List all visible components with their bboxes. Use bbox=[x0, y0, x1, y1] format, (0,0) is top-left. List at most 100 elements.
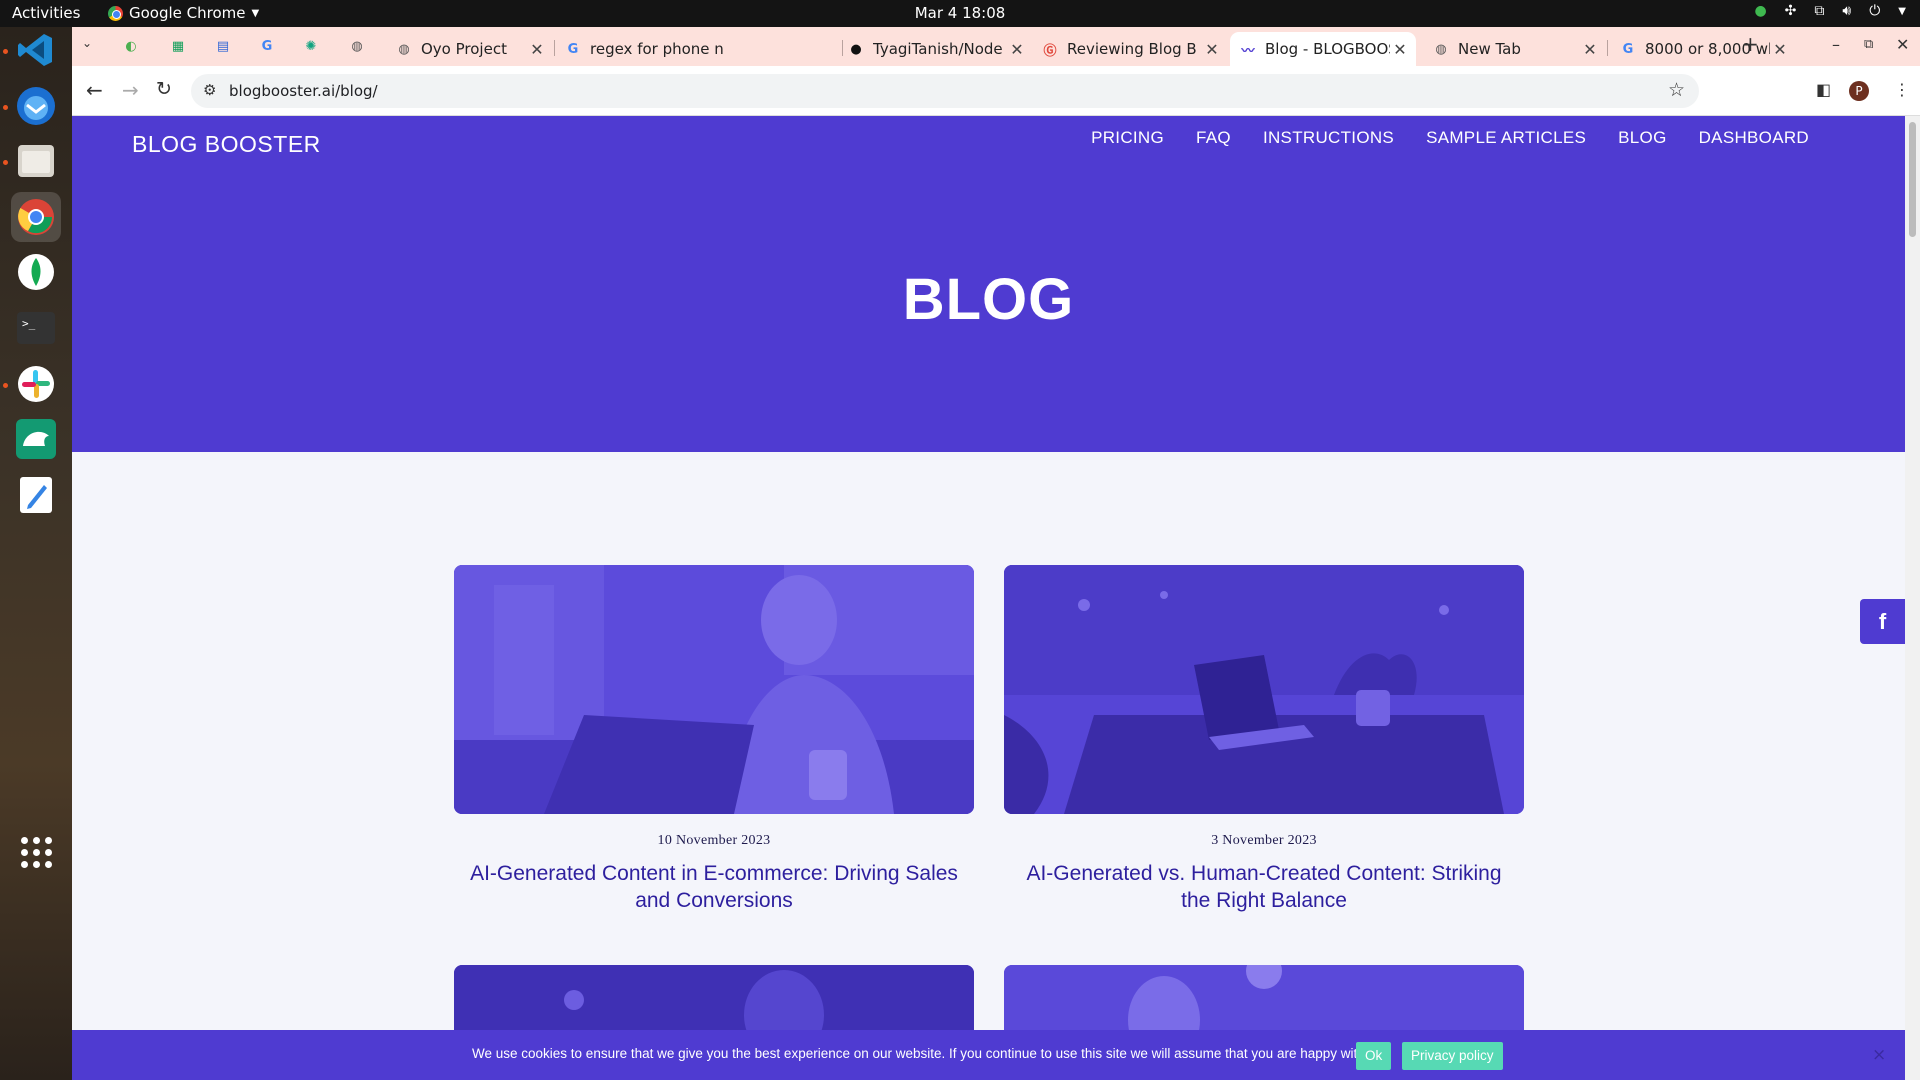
system-top-bar: Activities Google Chrome ▼ Mar 4 18:08 ●… bbox=[0, 0, 1920, 27]
post-date: 10 November 2023 bbox=[657, 833, 771, 848]
close-icon[interactable]: ✕ bbox=[1202, 40, 1222, 59]
app-menu-label: Google Chrome bbox=[129, 4, 246, 22]
running-indicator bbox=[3, 160, 8, 165]
tab-blog-active[interactable]: 〰 Blog - BLOGBOOS ✕ bbox=[1230, 32, 1416, 66]
github-icon: ● bbox=[850, 41, 862, 57]
main-nav: PRICING FAQ INSTRUCTIONS SAMPLE ARTICLES… bbox=[1091, 128, 1809, 148]
post-image[interactable] bbox=[454, 565, 974, 814]
minimize-icon[interactable]: – bbox=[1832, 35, 1840, 54]
blog-card[interactable]: 3 November 2023 AI-Generated vs. Human-C… bbox=[1004, 565, 1524, 914]
tab-regex[interactable]: G regex for phone n bbox=[555, 32, 728, 66]
close-window-icon[interactable]: ✕ bbox=[1896, 35, 1909, 54]
forms-icon[interactable]: ▤ bbox=[214, 37, 232, 55]
close-icon[interactable]: ✕ bbox=[1770, 40, 1790, 59]
reload-icon[interactable]: ↻ bbox=[156, 78, 172, 100]
status-icon[interactable]: ● bbox=[1754, 3, 1766, 19]
page-scrollbar[interactable] bbox=[1905, 116, 1920, 1080]
globe-icon[interactable]: ◍ bbox=[348, 37, 366, 55]
slack-tray-icon[interactable]: ✣ bbox=[1785, 3, 1797, 19]
close-icon[interactable]: ✕ bbox=[1390, 40, 1410, 59]
cookie-ok-button[interactable]: Ok bbox=[1356, 1042, 1392, 1070]
app-menu[interactable]: Google Chrome ▼ bbox=[108, 4, 259, 22]
vscode-icon[interactable] bbox=[11, 25, 61, 75]
tab-reviewing-blog[interactable]: Ⓖ Reviewing Blog B ✕ bbox=[1032, 32, 1228, 66]
privacy-policy-button[interactable]: Privacy policy bbox=[1402, 1042, 1503, 1070]
google-icon[interactable]: G bbox=[258, 37, 276, 55]
site-logo[interactable]: BLOG BOOSTER bbox=[132, 131, 321, 158]
sheets-icon[interactable]: ▦ bbox=[169, 37, 187, 55]
mongodb-compass-icon[interactable] bbox=[11, 247, 61, 297]
forward-icon[interactable]: → bbox=[122, 78, 139, 102]
chrome-icon bbox=[108, 5, 123, 21]
close-icon[interactable]: ✕ bbox=[1580, 40, 1600, 59]
close-icon[interactable]: ✕ bbox=[1007, 40, 1027, 59]
running-indicator bbox=[3, 105, 8, 110]
slack-icon[interactable] bbox=[11, 359, 61, 409]
thunderbird-icon[interactable] bbox=[11, 81, 61, 131]
address-bar[interactable]: ⚙ blogbooster.ai/blog/ ☆ bbox=[191, 74, 1699, 108]
close-icon[interactable]: ✕ bbox=[527, 40, 547, 59]
avatar[interactable]: P bbox=[1849, 81, 1869, 101]
cookie-banner: We use cookies to ensure that we give yo… bbox=[72, 1030, 1905, 1080]
cookie-notice-text: We use cookies to ensure that we give yo… bbox=[472, 1046, 1379, 1061]
tab-search-icon[interactable]: ⌄ bbox=[82, 36, 92, 50]
close-icon[interactable]: × bbox=[1872, 1045, 1886, 1065]
blog-card[interactable]: 10 November 2023 AI-Generated Content in… bbox=[454, 565, 974, 914]
site-info-icon[interactable]: ⚙ bbox=[203, 81, 216, 99]
running-indicator bbox=[3, 383, 8, 388]
globe-icon: ◍ bbox=[398, 41, 410, 57]
show-apps-icon[interactable] bbox=[11, 827, 61, 877]
scroll-thumb[interactable] bbox=[1909, 122, 1916, 237]
tab-oyo-project[interactable]: ◍ Oyo Project ✕ bbox=[386, 32, 553, 66]
page-viewport: BLOG BOOSTER PRICING FAQ INSTRUCTIONS SA… bbox=[72, 116, 1905, 1080]
bookmark-star-icon[interactable]: ☆ bbox=[1668, 79, 1685, 101]
clock[interactable]: Mar 4 18:08 bbox=[900, 4, 1020, 22]
grammarly-icon: Ⓖ bbox=[1043, 43, 1057, 59]
system-tray[interactable]: ● ✣ ⧉ 🔊︎ ⏻ ▼ bbox=[1754, 3, 1906, 19]
chrome-icon[interactable] bbox=[11, 192, 61, 242]
page-title: BLOG bbox=[902, 267, 1075, 332]
svg-text:>_: >_ bbox=[22, 317, 36, 330]
files-icon[interactable] bbox=[11, 136, 61, 186]
browser-toolbar: ← → ↻ ⚙ blogbooster.ai/blog/ ☆ ◧ P ⋮ bbox=[72, 66, 1920, 116]
activities-button[interactable]: Activities bbox=[12, 4, 80, 22]
post-date: 3 November 2023 bbox=[1211, 833, 1317, 848]
nav-faq[interactable]: FAQ bbox=[1196, 128, 1231, 148]
network-icon[interactable]: ⧉ bbox=[1814, 3, 1824, 19]
back-icon[interactable]: ← bbox=[86, 78, 103, 102]
volume-icon[interactable]: 🔊︎ bbox=[1842, 3, 1851, 19]
new-tab-button[interactable]: + bbox=[1742, 32, 1759, 56]
text-editor-icon[interactable] bbox=[11, 470, 61, 520]
tab-8000[interactable]: G 8000 or 8,000 whi ✕ bbox=[1610, 32, 1796, 66]
terminal-icon[interactable]: >_ bbox=[11, 303, 61, 353]
facebook-share-button[interactable]: f bbox=[1860, 599, 1905, 644]
url-text[interactable]: blogbooster.ai/blog/ bbox=[229, 82, 378, 100]
side-panel-icon[interactable]: ◧ bbox=[1816, 80, 1831, 99]
caret-down-icon: ▼ bbox=[251, 7, 260, 19]
google-icon: G bbox=[1622, 41, 1634, 57]
post-title[interactable]: AI-Generated Content in E-commerce: Driv… bbox=[454, 860, 974, 914]
browser-window: ⌄ ◐ ▦ ▤ G ✺ ◍ ◍ Oyo Project ✕ G regex fo… bbox=[72, 27, 1920, 1080]
nav-blog[interactable]: BLOG bbox=[1618, 128, 1666, 148]
post-title[interactable]: AI-Generated vs. Human-Created Content: … bbox=[1004, 860, 1524, 914]
tab-strip: ⌄ ◐ ▦ ▤ G ✺ ◍ ◍ Oyo Project ✕ G regex fo… bbox=[72, 27, 1920, 66]
menu-kebab-icon[interactable]: ⋮ bbox=[1894, 80, 1910, 99]
nav-instructions[interactable]: INSTRUCTIONS bbox=[1263, 128, 1394, 148]
nav-pricing[interactable]: PRICING bbox=[1091, 128, 1164, 148]
chrome-icon: ◍ bbox=[1435, 41, 1447, 57]
post-image[interactable] bbox=[1004, 565, 1524, 814]
nav-sample-articles[interactable]: SAMPLE ARTICLES bbox=[1426, 128, 1586, 148]
tab-new-tab[interactable]: ◍ New Tab ✕ bbox=[1423, 32, 1606, 66]
pinned-tab-icon[interactable]: ◐ bbox=[122, 37, 140, 55]
nav-dashboard[interactable]: DASHBOARD bbox=[1699, 128, 1809, 148]
caret-down-icon[interactable]: ▼ bbox=[1898, 6, 1906, 17]
running-indicator bbox=[3, 49, 8, 54]
power-icon[interactable]: ⏻ bbox=[1869, 3, 1880, 19]
tab-github[interactable]: ● TyagiTanish/Node ✕ bbox=[768, 32, 1033, 66]
google-icon: G bbox=[567, 41, 579, 57]
mysql-workbench-icon[interactable] bbox=[11, 414, 61, 464]
chatgpt-icon[interactable]: ✺ bbox=[302, 37, 320, 55]
dock: >_ bbox=[0, 27, 72, 1080]
blogbooster-icon: 〰 bbox=[1241, 43, 1255, 59]
restore-icon[interactable]: ⧉ bbox=[1864, 37, 1873, 52]
